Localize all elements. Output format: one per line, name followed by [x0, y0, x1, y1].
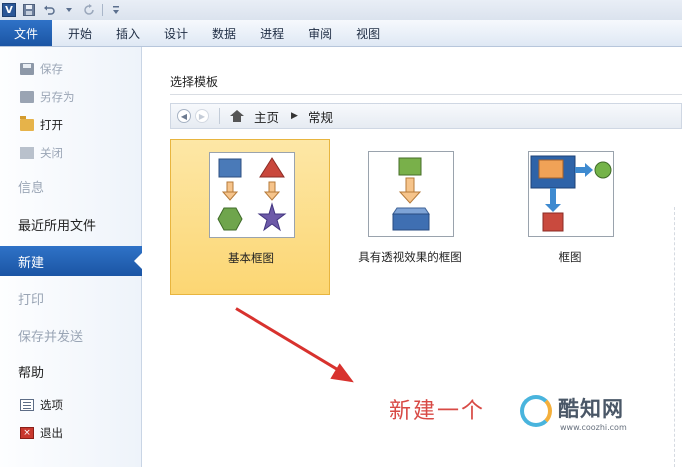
save-icon[interactable]: [22, 3, 36, 17]
template-3d-block[interactable]: 具有透视效果的框图: [330, 139, 490, 295]
back-icon[interactable]: ◀: [177, 109, 191, 123]
redo-icon[interactable]: [82, 3, 96, 17]
divider: [219, 108, 220, 124]
coozhi-logo-icon: [520, 395, 552, 427]
menu-close[interactable]: 关闭: [0, 142, 142, 164]
menu-help[interactable]: 帮助: [0, 356, 142, 386]
breadcrumb-home[interactable]: 主页: [254, 107, 279, 126]
template-block[interactable]: 框图: [490, 139, 650, 295]
menu-options[interactable]: 选项: [0, 394, 142, 416]
tab-process[interactable]: 进程: [248, 20, 296, 46]
visio-app-icon[interactable]: V: [2, 3, 16, 17]
menu-open[interactable]: 打开: [0, 114, 142, 136]
tab-home[interactable]: 开始: [52, 20, 104, 46]
forward-icon[interactable]: ▶: [195, 109, 209, 123]
menu-info[interactable]: 信息: [0, 171, 142, 201]
backstage-menu: 保存 另存为 打开 关闭 信息 最近所用文件 新建 打印 保存并发送 帮助 选项…: [0, 47, 143, 467]
save-icon: [20, 63, 34, 75]
annotation-text: 新建一个: [389, 399, 486, 424]
menu-save-as-label: 另存为: [40, 90, 75, 104]
home-icon[interactable]: [230, 110, 244, 122]
menu-save[interactable]: 保存: [0, 58, 142, 80]
section-title: 选择模板: [170, 75, 219, 89]
tab-view[interactable]: 视图: [344, 20, 392, 46]
menu-save-send[interactable]: 保存并发送: [0, 320, 142, 350]
vertical-scrollbar[interactable]: [674, 207, 682, 467]
ribbon-tab-bar: 文件 开始 插入 设计 数据 进程 审阅 视图: [0, 20, 682, 47]
breadcrumb-arrow-icon: ▶: [291, 111, 298, 121]
template-label: 基本框图: [228, 251, 274, 265]
quick-access-toolbar: V: [0, 0, 682, 20]
menu-print[interactable]: 打印: [0, 283, 142, 313]
close-folder-icon: [20, 147, 34, 159]
menu-close-label: 关闭: [40, 146, 63, 160]
menu-exit-label: 退出: [40, 426, 63, 440]
breadcrumb: ◀ ▶ 主页 ▶ 常规: [170, 103, 682, 129]
block-thumbnail: [528, 151, 614, 237]
template-label: 具有透视效果的框图: [358, 250, 462, 264]
template-label: 框图: [558, 250, 582, 264]
tab-file[interactable]: 文件: [0, 20, 52, 46]
customize-icon[interactable]: [109, 3, 123, 17]
tab-design[interactable]: 设计: [152, 20, 200, 46]
divider: [170, 94, 682, 95]
folder-open-icon: [20, 116, 34, 131]
options-icon: [20, 399, 34, 411]
template-panel: 选择模板 ◀ ▶ 主页 ▶ 常规 基本框图 具有透视效果的框图 框图 新建一个 …: [143, 47, 682, 467]
basic-block-thumbnail: [209, 152, 295, 238]
template-basic-block[interactable]: 基本框图: [170, 139, 330, 295]
3d-block-thumbnail: [368, 151, 454, 237]
menu-options-label: 选项: [40, 398, 63, 412]
save-as-icon: [20, 91, 34, 103]
tab-insert[interactable]: 插入: [104, 20, 152, 46]
menu-recent[interactable]: 最近所用文件: [0, 209, 142, 239]
menu-open-label: 打开: [40, 118, 63, 132]
annotation-arrow: [235, 307, 347, 376]
watermark-name: 酷知网: [558, 397, 624, 421]
exit-icon: ×: [20, 427, 34, 439]
breadcrumb-general[interactable]: 常规: [308, 107, 333, 126]
tab-data[interactable]: 数据: [200, 20, 248, 46]
menu-save-label: 保存: [40, 62, 63, 76]
undo-icon[interactable]: [42, 3, 56, 17]
tab-review[interactable]: 审阅: [296, 20, 344, 46]
watermark-url: www.coozhi.com: [560, 423, 627, 432]
menu-new[interactable]: 新建: [0, 246, 143, 276]
menu-save-as[interactable]: 另存为: [0, 86, 142, 108]
dropdown-icon[interactable]: [62, 3, 76, 17]
toolbar-separator: [102, 4, 103, 16]
watermark: 酷知网 www.coozhi.com: [520, 391, 665, 437]
menu-exit[interactable]: × 退出: [0, 422, 142, 444]
